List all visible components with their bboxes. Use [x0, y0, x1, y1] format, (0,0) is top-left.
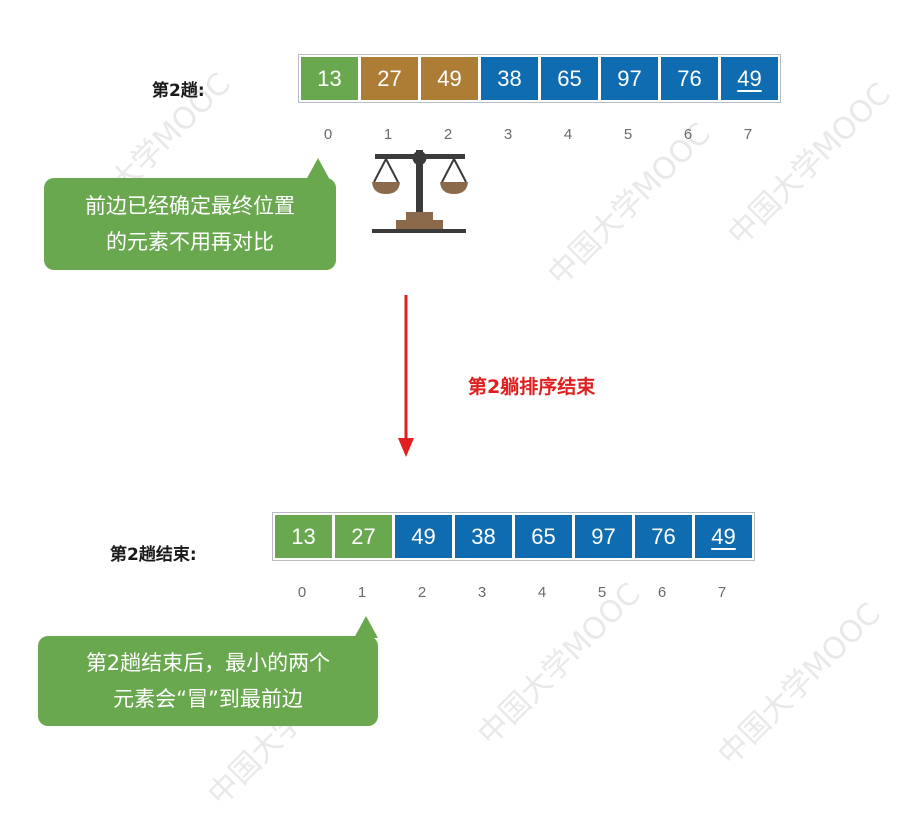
array-cell-value: 13: [317, 65, 342, 91]
array-cell-value: 97: [591, 523, 616, 549]
bubble-tail: [354, 616, 378, 638]
pass2-note-line-2: 的元素不用再对比: [106, 230, 274, 254]
down-arrow-icon: [398, 295, 414, 457]
array-index: 0: [297, 584, 307, 601]
pass2-end-indices: 0 1 2 3 4 5 6 7: [272, 584, 752, 601]
array-cell-value: 27: [351, 523, 376, 549]
array-index: 4: [537, 584, 547, 601]
array-cell: 49: [395, 515, 452, 558]
pass2-note-line-1: 前边已经确定最终位置: [85, 194, 295, 218]
array-cell-value: 38: [497, 65, 522, 91]
array-cell-value: 27: [377, 65, 402, 91]
array-cell: 38: [455, 515, 512, 558]
array-cell: 65: [515, 515, 572, 558]
array-cell-value: 65: [557, 65, 582, 91]
watermark: 中国大学MOOC: [711, 596, 888, 773]
array-cell: 13: [301, 57, 358, 100]
pass2-end-note-line-2: 元素会“冒”到最前边: [113, 687, 303, 711]
array-cell: 65: [541, 57, 598, 100]
array-cell: 38: [481, 57, 538, 100]
array-cell: 76: [661, 57, 718, 100]
array-cell: 97: [601, 57, 658, 100]
array-index: 3: [477, 584, 487, 601]
array-cell: 49: [421, 57, 478, 100]
array-cell-value: 49: [737, 65, 762, 91]
balance-scale-icon: [372, 150, 468, 233]
array-cell: 97: [575, 515, 632, 558]
pass2-end-note-bubble: 第2趟结束后，最小的两个 元素会“冒”到最前边: [38, 616, 378, 726]
array-cell-value: 49: [437, 65, 462, 91]
array-index: 5: [597, 584, 607, 601]
pass2-end-note-line-1: 第2趟结束后，最小的两个: [85, 651, 331, 675]
array-index: 2: [417, 584, 427, 601]
pass2-label: 第2趟:: [152, 81, 205, 101]
array-cell-value: 76: [651, 523, 676, 549]
array-cell-value: 13: [291, 523, 316, 549]
array-cell: 49: [721, 57, 778, 100]
array-index: 4: [563, 126, 573, 143]
array-cell: 49: [695, 515, 752, 558]
bubble-tail: [306, 158, 330, 180]
array-cell-value: 65: [531, 523, 556, 549]
array-cell-value: 49: [411, 523, 436, 549]
array-index: 1: [383, 126, 393, 143]
pass2-end-array: 13 27 49 38 65 97 76 49: [272, 512, 755, 561]
pass2-array: 13 27 49 38 65 97 76 49: [298, 54, 781, 103]
array-cell: 27: [361, 57, 418, 100]
pass2-indices: 0 1 2 3 4 5 6 7: [298, 126, 778, 143]
array-index: 6: [657, 584, 667, 601]
array-index: 3: [503, 126, 513, 143]
array-cell: 13: [275, 515, 332, 558]
array-cell-value: 76: [677, 65, 702, 91]
pass2-note-bubble: 前边已经确定最终位置 的元素不用再对比: [44, 158, 336, 270]
array-cell-value: 97: [617, 65, 642, 91]
array-index: 7: [743, 126, 753, 143]
array-index: 6: [683, 126, 693, 143]
transition-text: 第2躺排序结束: [468, 376, 596, 398]
array-cell: 27: [335, 515, 392, 558]
array-cell: 76: [635, 515, 692, 558]
array-cell-value: 38: [471, 523, 496, 549]
array-index: 7: [717, 584, 727, 601]
array-index: 0: [323, 126, 333, 143]
array-index: 5: [623, 126, 633, 143]
array-cell-value: 49: [711, 523, 736, 549]
array-index: 2: [443, 126, 453, 143]
pass2-end-label: 第2趟结束:: [110, 545, 197, 565]
array-index: 1: [357, 584, 367, 601]
